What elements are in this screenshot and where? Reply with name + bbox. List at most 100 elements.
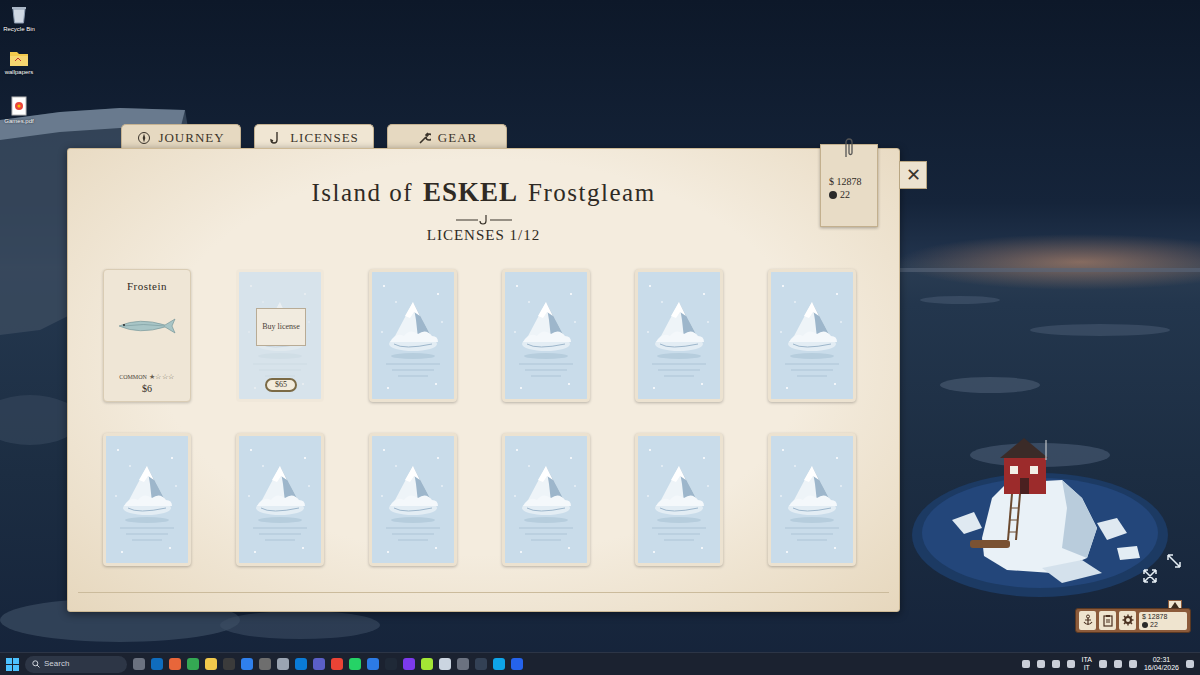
taskbar-app-icon[interactable]	[331, 658, 343, 670]
star-rating: ★☆☆☆	[149, 373, 175, 381]
fish-image	[113, 314, 181, 338]
fish-price: $6	[142, 382, 152, 395]
island-icon[interactable]	[912, 428, 1170, 600]
taskbar-app-icon[interactable]	[493, 658, 505, 670]
tab-bar: JOURNEY LICENSES GEAR	[121, 124, 929, 150]
clipboard-button[interactable]	[1099, 611, 1116, 630]
locked-license-card	[369, 433, 457, 566]
tray-icon[interactable]	[1099, 660, 1107, 668]
taskbar-app-icon[interactable]	[349, 658, 361, 670]
money-amount: 12878	[1148, 613, 1167, 620]
anchor-button[interactable]	[1079, 611, 1096, 630]
ornament-icon	[68, 214, 899, 226]
taskbar-app-icon[interactable]	[385, 658, 397, 670]
start-button[interactable]	[6, 652, 19, 675]
card-back-image	[505, 272, 587, 399]
taskbar-app-icon[interactable]	[151, 658, 163, 670]
license-card[interactable]: Buy license $65	[236, 269, 324, 402]
wrench-icon	[417, 131, 431, 145]
taskbar-app-icon[interactable]	[403, 658, 415, 670]
tab[interactable]: JOURNEY	[121, 124, 241, 150]
card-back-image	[106, 436, 188, 563]
fish-name: Frostein	[127, 279, 167, 293]
language: ITA	[1082, 656, 1092, 664]
taskbar-app-icon[interactable]	[133, 658, 145, 670]
card-back-image	[771, 436, 853, 563]
folder-icon	[9, 49, 29, 67]
windows-icon	[6, 658, 19, 671]
locked-license-card	[502, 269, 590, 402]
pdf-icon	[11, 96, 27, 116]
hud-pearls: 22	[1142, 621, 1184, 629]
taskbar-app-icon[interactable]	[277, 658, 289, 670]
hud-wallet: $ 1287822	[1139, 612, 1187, 630]
expand-icon[interactable]	[1142, 568, 1158, 584]
title-prefix: Island of	[311, 176, 413, 210]
taskbar-app-icon[interactable]	[241, 658, 253, 670]
license-card[interactable]: Frostein COMMON★☆☆☆$6	[103, 269, 191, 402]
desktop-icon-label: wallpapers	[5, 69, 34, 76]
tray-icon[interactable]	[1037, 660, 1045, 668]
hud-bar: $ 1287822	[1075, 608, 1191, 633]
tab-label: GEAR	[438, 128, 477, 148]
buy-license-button[interactable]: Buy license	[256, 308, 306, 346]
locked-license-card	[236, 433, 324, 566]
taskbar-app-icon[interactable]	[439, 658, 451, 670]
taskbar-app-icon[interactable]	[475, 658, 487, 670]
island-name: ESKEL	[423, 175, 518, 209]
tray-icon[interactable]	[1067, 660, 1075, 668]
island-title: Island of ESKEL Frostgleam	[68, 175, 899, 210]
locked-license-card	[768, 433, 856, 566]
desktop-icon-label: Recycle Bin	[3, 26, 35, 33]
close-button[interactable]: ✕	[899, 161, 927, 189]
desktop-icon[interactable]: Games.pdf	[2, 96, 36, 125]
taskbar-app-icon[interactable]	[367, 658, 379, 670]
search-icon	[32, 660, 40, 668]
locked-license-card	[635, 269, 723, 402]
taskbar-app-icon[interactable]	[259, 658, 271, 670]
tray-icon[interactable]	[1114, 660, 1122, 668]
taskbar-app-icon[interactable]	[169, 658, 181, 670]
taskbar-app-icon[interactable]	[223, 658, 235, 670]
search-box[interactable]: Search	[25, 656, 127, 673]
language-indicator[interactable]: ITAIT	[1082, 656, 1092, 672]
desktop-icon[interactable]: wallpapers	[2, 49, 36, 76]
gear-button[interactable]	[1119, 611, 1136, 630]
tab[interactable]: LICENSES	[254, 124, 374, 150]
search-placeholder: Search	[44, 658, 69, 670]
currency-symbol: $	[829, 176, 834, 187]
taskbar-app-icon[interactable]	[313, 658, 325, 670]
arrow-up-icon	[1171, 602, 1179, 608]
taskbar-app-icon[interactable]	[511, 658, 523, 670]
pearl-count: 22	[840, 189, 850, 200]
card-back-image	[638, 272, 720, 399]
clock[interactable]: 02:3116/04/2026	[1144, 656, 1179, 672]
tray-icon[interactable]	[1129, 660, 1137, 668]
locked-license-card	[768, 269, 856, 402]
taskbar-app-icon[interactable]	[421, 658, 433, 670]
gear-icon	[1122, 614, 1134, 627]
card-back-image	[638, 436, 720, 563]
desktop-icon[interactable]: Recycle Bin	[2, 4, 36, 33]
pearl-count: 22	[1150, 621, 1158, 628]
notification-icon[interactable]	[1186, 660, 1194, 668]
tab-label: JOURNEY	[158, 128, 224, 148]
taskbar-app-icon[interactable]	[187, 658, 199, 670]
licenses-count: LICENSES 1/12	[68, 226, 899, 244]
paperclip-icon	[843, 137, 855, 159]
license-price: $65	[265, 378, 297, 392]
taskbar-app-icon[interactable]	[457, 658, 469, 670]
tray-icon[interactable]	[1022, 660, 1030, 668]
wallet-tag: $ 1287822	[820, 144, 878, 227]
tab[interactable]: GEAR	[387, 124, 507, 150]
title-suffix: Frostgleam	[528, 176, 656, 210]
taskbar-app-icon[interactable]	[295, 658, 307, 670]
card-back-image	[372, 272, 454, 399]
taskbar-app-icon[interactable]	[205, 658, 217, 670]
locked-license-card	[103, 433, 191, 566]
tray-icon[interactable]	[1052, 660, 1060, 668]
license-grid: Frostein COMMON★☆☆☆$6 Buy license $65	[103, 269, 899, 566]
rarity-row: COMMON★☆☆☆	[119, 373, 175, 381]
card-back-image	[505, 436, 587, 563]
resize-icon[interactable]	[1166, 553, 1182, 569]
